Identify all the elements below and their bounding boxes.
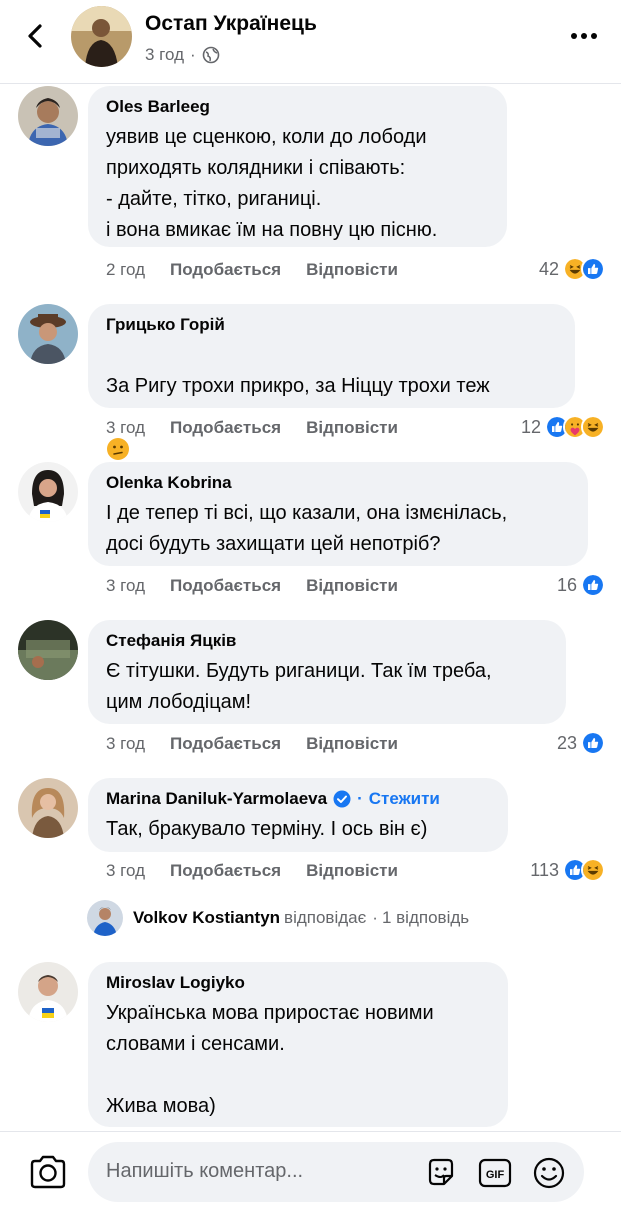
comment-time[interactable]: 3 год <box>106 734 145 754</box>
reaction-count: 42 <box>538 258 559 279</box>
commenter-avatar[interactable] <box>18 462 78 522</box>
commenter-avatar[interactable] <box>18 304 78 364</box>
comment-text: уявив це сценкою, коли до лободи приходя… <box>106 126 438 241</box>
comment-actions: 3 год Подобається Відповісти <box>106 418 398 438</box>
gif-icon: GIF <box>478 1158 512 1188</box>
meta-separator: · <box>190 45 196 64</box>
post-author-name[interactable]: Остап Українець <box>145 12 317 36</box>
comment-input-placeholder: Напишіть коментар... <box>106 1160 304 1182</box>
haha-reaction-icon <box>581 858 605 882</box>
comment-bubble: Стефанія Яцків Є тітушки. Будуть риганиц… <box>88 620 566 724</box>
reactions-summary[interactable]: 23 <box>557 731 605 755</box>
emoji-button[interactable] <box>532 1156 566 1190</box>
commenter-avatar[interactable] <box>18 778 78 838</box>
reactions-summary[interactable]: 12 <box>521 415 605 439</box>
comment-author[interactable]: Olenka Kobrina <box>106 472 570 494</box>
reaction-count: 12 <box>520 416 541 437</box>
reply-count: 1 відповідь <box>381 908 470 927</box>
post-meta: 3 год · <box>145 45 220 65</box>
reply-avatar <box>87 900 123 936</box>
reactions-summary[interactable]: 16 <box>557 573 605 597</box>
like-button[interactable]: Подобається <box>170 861 281 881</box>
comment-time[interactable]: 3 год <box>106 418 145 438</box>
comment-text: За Ригу трохи прикро, за Ніццу трохи теж <box>106 340 557 464</box>
comment-bubble: Грицько Горій За Ригу трохи прикро, за Н… <box>88 304 575 460</box>
confused-face-icon <box>107 437 129 460</box>
like-button[interactable]: Подобається <box>170 418 281 438</box>
comment-text-content: За Ригу трохи прикро, за Ніццу трохи теж <box>106 375 490 397</box>
comment-author[interactable]: Стефанія Яцків <box>106 630 548 652</box>
comment-text: Так, бракувало терміну. І ось він є) <box>106 818 428 840</box>
like-button[interactable]: Подобається <box>170 260 281 280</box>
like-reaction-icon <box>581 257 605 281</box>
comment-bubble: Miroslav Logiyko Українська мова прирост… <box>88 962 508 1127</box>
comment-composer: Напишіть коментар... GIF <box>0 1131 621 1210</box>
emoji-icon <box>533 1157 565 1189</box>
commenter-avatar[interactable] <box>18 962 78 1022</box>
reply-button[interactable]: Відповісти <box>306 576 398 596</box>
comment-text: Є тітушки. Будуть риганици. Так їм треба… <box>106 660 492 713</box>
reply-button[interactable]: Відповісти <box>306 861 398 881</box>
comment-text: Українська мова приростає новими словами… <box>106 1002 434 1117</box>
haha-reaction-icon <box>581 415 605 439</box>
reaction-count: 16 <box>556 574 577 595</box>
comment-actions: 3 год Подобається Відповісти <box>106 576 398 596</box>
comment-time[interactable]: 2 год <box>106 260 145 280</box>
back-button[interactable] <box>22 22 50 50</box>
more-options-button[interactable] <box>569 22 599 50</box>
reactions-summary[interactable]: 113 <box>530 858 605 882</box>
comment-author[interactable]: Oles Barleeg <box>106 96 489 118</box>
like-button[interactable]: Подобається <box>170 734 281 754</box>
author-avatar[interactable] <box>71 6 132 67</box>
more-horizontal-icon <box>571 33 597 39</box>
reactions-summary[interactable]: 42 <box>539 257 605 281</box>
comment-actions: 2 год Подобається Відповісти <box>106 260 398 280</box>
comment-author[interactable]: Miroslav Logiyko <box>106 972 490 994</box>
sticker-button[interactable] <box>424 1156 458 1190</box>
comment-bubble: Olenka Kobrina І де тепер ті всі, що каз… <box>88 462 588 566</box>
reply-button[interactable]: Відповісти <box>306 734 398 754</box>
like-button[interactable]: Подобається <box>170 576 281 596</box>
post-header: Остап Українець 3 год · <box>0 0 621 84</box>
gif-label: GIF <box>486 1169 505 1181</box>
gif-button[interactable]: GIF <box>478 1156 512 1190</box>
follow-separator: · <box>357 789 363 808</box>
sticker-icon <box>428 1158 454 1186</box>
comment-time[interactable]: 3 год <box>106 861 145 881</box>
comment-text: І де тепер ті всі, що казали, она ізмєні… <box>106 502 508 555</box>
comment-author-name[interactable]: Marina Daniluk-Yarmolaeva <box>106 788 327 810</box>
comment-actions: 3 год Подобається Відповісти <box>106 861 398 881</box>
reaction-count: 23 <box>556 732 577 753</box>
camera-icon <box>30 1155 66 1189</box>
comment-time[interactable]: 3 год <box>106 576 145 596</box>
view-replies-link[interactable]: Volkov Kostiantyn відповідає · 1 відпові… <box>87 900 469 936</box>
reply-separator: · <box>372 908 378 927</box>
commenter-avatar[interactable] <box>18 620 78 680</box>
follow-button[interactable]: Стежити <box>369 788 440 810</box>
commenter-avatar[interactable] <box>18 86 78 146</box>
reply-button[interactable]: Відповісти <box>306 260 398 280</box>
like-reaction-icon <box>581 573 605 597</box>
comment-bubble: Marina Daniluk-Yarmolaeva · Стежити Так,… <box>88 778 508 852</box>
comment-actions: 3 год Подобається Відповісти <box>106 734 398 754</box>
like-reaction-icon <box>581 731 605 755</box>
camera-button[interactable] <box>28 1154 68 1190</box>
comment-author[interactable]: Грицько Горій <box>106 314 557 336</box>
reply-action-text: відповідає <box>284 908 367 927</box>
globe-icon <box>202 46 219 64</box>
comment-author: Marina Daniluk-Yarmolaeva · Стежити <box>106 788 490 810</box>
verified-badge-icon <box>333 790 351 808</box>
reaction-count: 113 <box>530 859 559 880</box>
post-time[interactable]: 3 год <box>145 45 184 65</box>
reply-button[interactable]: Відповісти <box>306 418 398 438</box>
comment-input[interactable]: Напишіть коментар... GIF <box>88 1142 584 1202</box>
chevron-left-icon <box>28 24 42 48</box>
reply-author-name: Volkov Kostiantyn <box>133 908 281 927</box>
comment-bubble: Oles Barleeg уявив це сценкою, коли до л… <box>88 86 507 247</box>
